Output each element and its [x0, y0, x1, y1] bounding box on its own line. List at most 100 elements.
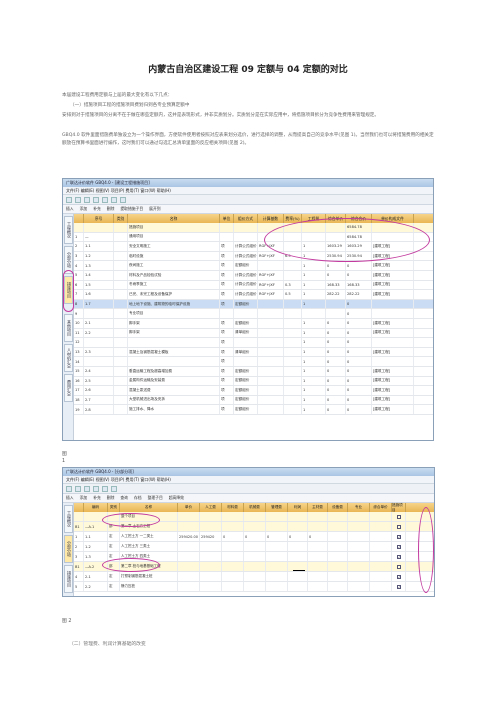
header-measure-item[interactable]: 措施项目: [392, 503, 406, 512]
table-cell-code[interactable]: [84, 223, 114, 232]
table-cell-v9[interactable]: [348, 512, 370, 521]
table-cell-v4[interactable]: [244, 562, 266, 571]
table-row[interactable]: 4 2-1 定打预制钢筋混凝土桩 ✓: [74, 572, 434, 582]
table-cell-qty[interactable]: [284, 347, 302, 357]
table-cell-calc[interactable]: RGF+JXF: [258, 290, 284, 299]
table-cell-name[interactable]: 垂直运输工程及超高增加费: [128, 366, 220, 376]
table-cell-unitp[interactable]: 1: [302, 376, 326, 386]
table-cell-code[interactable]: 1.4: [84, 270, 114, 280]
table-cell-unit[interactable]: 项: [220, 405, 234, 414]
table-cell-unitp[interactable]: 1: [302, 280, 326, 290]
table-cell-base[interactable]: 计算公式组价: [234, 251, 258, 261]
table-cell-v10[interactable]: [370, 512, 392, 521]
table-cell-unitp[interactable]: [302, 309, 326, 318]
table-cell-no[interactable]: 3: [74, 251, 84, 261]
table-cell-cat[interactable]: [114, 386, 128, 395]
table-cell-name[interactable]: 人工挖土方 三类土: [120, 542, 178, 551]
table-row[interactable]: 14 项 1 0 0: [74, 357, 433, 367]
table-cell-v1[interactable]: 259420.00: [178, 532, 200, 541]
table-cell-v10[interactable]: [370, 562, 392, 571]
table-cell-name[interactable]: 脚手架: [128, 328, 220, 338]
table-cell-base[interactable]: 定额组价: [234, 299, 258, 309]
table-cell-cat[interactable]: [114, 376, 128, 386]
table-cell-v8[interactable]: [328, 512, 348, 521]
table-cell-calc[interactable]: RGF+JXF: [258, 280, 284, 290]
header-machine[interactable]: 机械费: [244, 503, 266, 512]
measure-item-checkbox[interactable]: [397, 524, 401, 529]
table-cell-v9[interactable]: [348, 542, 370, 551]
table-cell-no[interactable]: 8: [74, 299, 84, 309]
table-cell-v5[interactable]: 0: [266, 532, 288, 541]
table-cell-kind[interactable]: [建筑工程]: [372, 386, 414, 395]
table-cell-v9[interactable]: [348, 582, 370, 591]
table-cell-v9[interactable]: [348, 562, 370, 571]
table-cell-total[interactable]: 0: [346, 338, 372, 347]
table-cell-v2[interactable]: [200, 512, 222, 521]
table-cell-rate[interactable]: 0: [326, 318, 346, 328]
table-row[interactable]: 13 2.3 混凝土及钢筋混凝土模板项清单组价 1 0 0 [建筑工程]: [74, 347, 433, 358]
open-file-icon[interactable]: [75, 196, 81, 203]
table-cell-unit[interactable]: 项: [220, 328, 234, 338]
header-main-material[interactable]: 主材费: [308, 503, 328, 512]
table-cell-unit[interactable]: [220, 223, 234, 232]
table-cell-qty[interactable]: [284, 376, 302, 386]
measure-item-checkbox[interactable]: ✓: [397, 534, 401, 539]
table-cell-no[interactable]: 9: [74, 309, 84, 318]
table-cell-v6[interactable]: 0: [288, 532, 308, 541]
table-cell-total[interactable]: 0: [346, 270, 372, 280]
table-cell-v1[interactable]: [178, 542, 200, 551]
table-cell-cat[interactable]: 定: [108, 532, 120, 541]
header-unit[interactable]: 单位: [220, 214, 234, 223]
table-cell-unit[interactable]: 项: [220, 386, 234, 395]
table-row[interactable]: 11 2.2 脚手架项清单组价 1 0 0 [建筑工程]: [74, 328, 433, 339]
table-cell-kind[interactable]: [建筑工程]: [372, 405, 414, 414]
table-cell-unit[interactable]: 项: [220, 242, 234, 251]
table-cell-v5[interactable]: [266, 542, 288, 551]
table-cell-base[interactable]: 计算公式组价: [234, 280, 258, 290]
table-cell-qty[interactable]: [284, 395, 302, 405]
table-cell-unit[interactable]: 项: [220, 338, 234, 347]
header-management[interactable]: 管理费: [266, 503, 288, 512]
table-cell-no[interactable]: 3: [74, 552, 84, 561]
menu-bar[interactable]: 文件(F) 编辑(E) 视图(V) 项目(P) 费用(T) 窗口(W) 帮助(H…: [63, 187, 433, 195]
table-cell-cat[interactable]: [114, 232, 128, 242]
table-cell-name[interactable]: 临时设施: [128, 251, 220, 261]
table-cell-unitp[interactable]: 1: [302, 261, 326, 270]
print-icon[interactable]: [111, 196, 117, 203]
table-cell-no[interactable]: 15: [74, 366, 84, 376]
table-cell-name[interactable]: 脚手架: [128, 318, 220, 328]
table-cell-unitp[interactable]: 1: [302, 357, 326, 366]
table-cell-v1[interactable]: [178, 512, 200, 521]
table-cell-qty[interactable]: [284, 261, 302, 270]
tab-project-overview[interactable]: 工程概况: [64, 505, 73, 533]
table-cell-name[interactable]: 专业项目: [128, 309, 220, 318]
table-cell-base[interactable]: 定额组价: [234, 376, 258, 386]
table-cell-unitp[interactable]: 1: [302, 299, 326, 309]
table-cell-v2[interactable]: [200, 562, 222, 571]
table-cell-name[interactable]: 人工挖土方 一二类土: [120, 532, 178, 541]
table-cell-cat[interactable]: [114, 290, 128, 299]
table-cell-unitp[interactable]: 1: [302, 405, 326, 414]
table-row[interactable]: 16 2.5 金属构件运输及安装费项定额组价 1 0 0 [建筑工程]: [74, 376, 433, 387]
table-cell-total[interactable]: 0: [346, 376, 372, 386]
table-cell-v2[interactable]: [200, 542, 222, 551]
table-cell-code[interactable]: 1.3: [84, 261, 114, 270]
table-cell-name[interactable]: 措施项目: [128, 223, 220, 232]
header-name[interactable]: 名称: [128, 214, 220, 223]
table-cell-base[interactable]: 清单组价: [234, 347, 258, 357]
add-button[interactable]: 添加: [80, 206, 88, 212]
table-cell-base[interactable]: [234, 357, 258, 366]
table-cell-v7[interactable]: [308, 572, 328, 581]
tidy-items-button[interactable]: 整理子目: [148, 495, 163, 501]
table-cell-unit[interactable]: 项: [220, 376, 234, 386]
table-cell-no[interactable]: 4: [74, 572, 84, 581]
table-cell-name[interactable]: 地上地下设施、建筑物的临时保护设施: [128, 299, 220, 309]
table-cell-cat[interactable]: [114, 261, 128, 270]
table-cell-unit[interactable]: [220, 309, 234, 318]
table-cell-total[interactable]: 0: [346, 405, 372, 414]
table-cell-code[interactable]: [84, 309, 114, 318]
table-cell-kind[interactable]: [建筑工程]: [372, 376, 414, 386]
table-cell-v8[interactable]: [328, 562, 348, 571]
table-cell-base[interactable]: [234, 232, 258, 242]
table-cell-v3[interactable]: [222, 572, 244, 581]
